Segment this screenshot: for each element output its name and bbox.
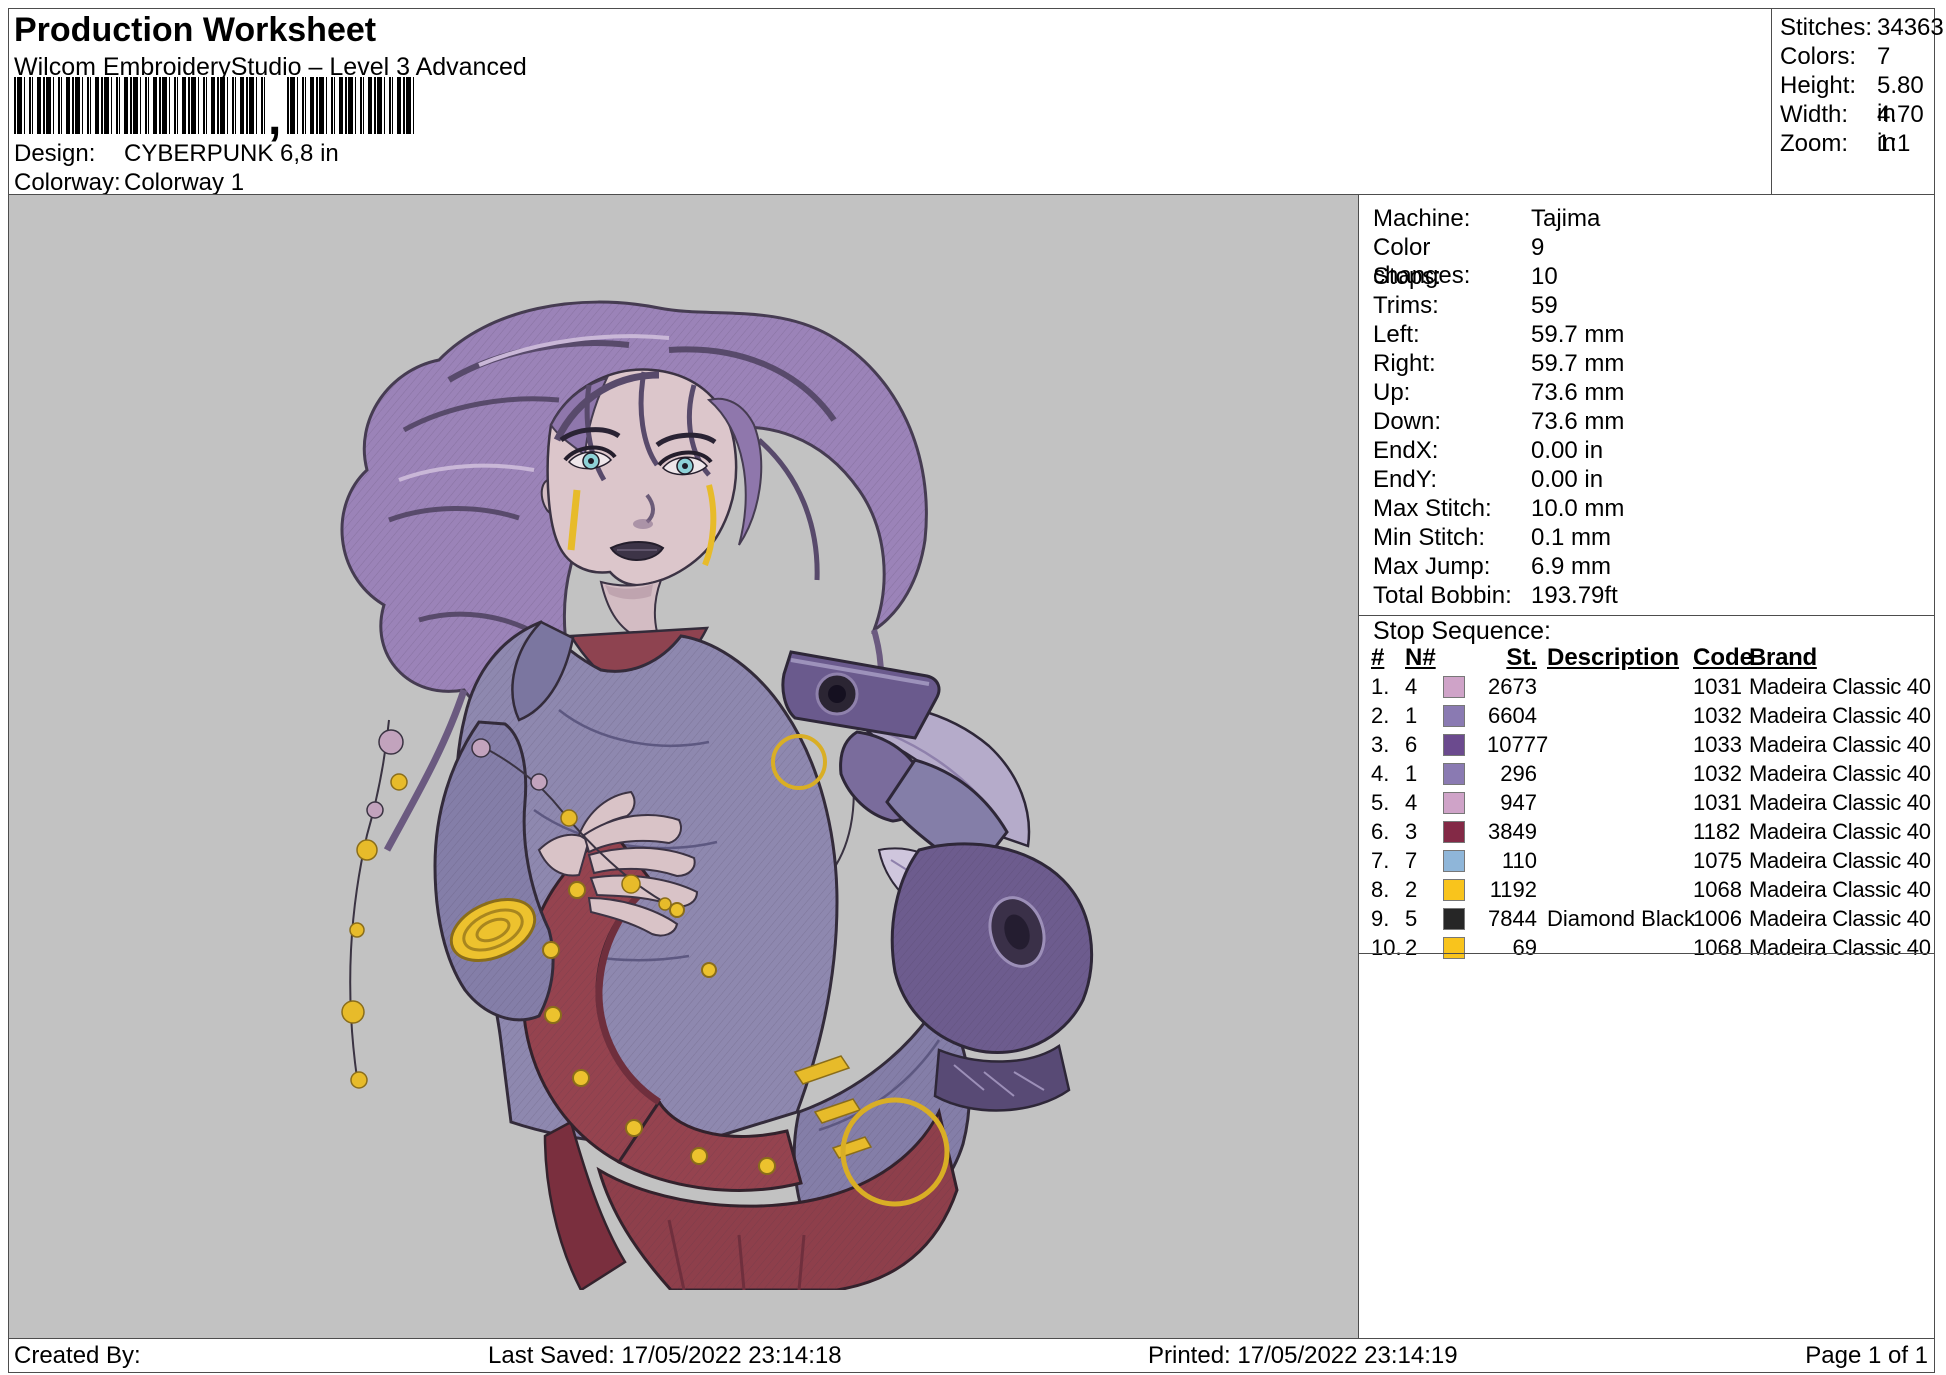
barcode-segment-2 (287, 77, 417, 134)
printed-label: Printed: 17/05/2022 23:14:19 (1148, 1339, 1458, 1372)
summary-row-zoom: Zoom:1:1 (1772, 130, 1934, 159)
thread-color-swatch (1443, 937, 1465, 959)
machine-row: Down:73.6 mm (1373, 408, 1934, 437)
thread-color-swatch (1443, 763, 1465, 785)
stop-row: 3.6107771033Madeira Classic 40 (1359, 730, 1934, 759)
production-worksheet-page: Production Worksheet Wilcom EmbroiderySt… (0, 0, 1946, 1375)
thread-color-swatch (1443, 850, 1465, 872)
stop-sequence-bottom-border (1359, 953, 1934, 954)
created-by-label: Created By: (14, 1339, 141, 1372)
barcode-segment-1 (14, 77, 266, 134)
embroidery-design-preview (239, 290, 1099, 1290)
stop-row: 1.426731031Madeira Classic 40 (1359, 672, 1934, 701)
page-number: Page 1 of 1 (1805, 1339, 1928, 1372)
footer: Created By: Last Saved: 17/05/2022 23:14… (9, 1338, 1934, 1372)
machine-row: Color changes:9 (1373, 234, 1934, 263)
colorway-row: Colorway:Colorway 1 (14, 169, 244, 197)
machine-row: EndY:0.00 in (1373, 466, 1934, 495)
stop-row: 8.211921068Madeira Classic 40 (1359, 875, 1934, 904)
machine-row: Up:73.6 mm (1373, 379, 1934, 408)
stop-sequence-title: Stop Sequence: (1359, 616, 1934, 644)
summary-row-stitches: Stitches:34363 (1772, 14, 1934, 43)
summary-row-colors: Colors:7 (1772, 43, 1934, 72)
design-row: Design:CYBERPUNK 6,8 in (14, 140, 339, 168)
thread-color-swatch (1443, 705, 1465, 727)
stop-row: 5.49471031Madeira Classic 40 (1359, 788, 1934, 817)
machine-info-block: Machine:Tajima Color changes:9 Stops:10 … (1359, 195, 1934, 616)
colorway-label: Colorway: (14, 169, 124, 197)
gun (783, 652, 939, 738)
machine-row: Max Jump:6.9 mm (1373, 553, 1934, 582)
thread-color-swatch (1443, 908, 1465, 930)
bead-string (342, 720, 407, 1088)
stop-row: 7.71101075Madeira Classic 40 (1359, 846, 1934, 875)
worksheet-sheet: Production Worksheet Wilcom EmbroiderySt… (8, 8, 1935, 1373)
machine-row: Min Stitch:0.1 mm (1373, 524, 1934, 553)
page-title: Production Worksheet (14, 11, 376, 50)
machine-row: Right:59.7 mm (1373, 350, 1934, 379)
thread-color-swatch (1443, 676, 1465, 698)
stop-row: 2.166041032Madeira Classic 40 (1359, 701, 1934, 730)
design-value: CYBERPUNK 6,8 in (124, 140, 339, 167)
machine-row: Max Stitch:10.0 mm (1373, 495, 1934, 524)
machine-row: Machine:Tajima (1373, 205, 1934, 234)
machine-row: Total Bobbin:193.79ft (1373, 582, 1934, 611)
info-panel: Machine:Tajima Color changes:9 Stops:10 … (1359, 195, 1934, 1338)
design-preview-area (9, 195, 1359, 1338)
last-saved-label: Last Saved: 17/05/2022 23:14:18 (488, 1339, 842, 1372)
stop-row: 9.57844Diamond Black1006Madeira Classic … (1359, 904, 1934, 933)
machine-row: Trims:59 (1373, 292, 1934, 321)
machine-row: Left:59.7 mm (1373, 321, 1934, 350)
summary-box: Stitches:34363 Colors:7 Height:5.80 in W… (1771, 9, 1934, 199)
colorway-value: Colorway 1 (124, 169, 244, 196)
face (542, 370, 762, 586)
thread-color-swatch (1443, 821, 1465, 843)
thread-color-swatch (1443, 792, 1465, 814)
summary-row-width: Width:4.70 in (1772, 101, 1934, 130)
machine-row: Stops:10 (1373, 263, 1934, 292)
barcode-comma: , (268, 104, 281, 134)
stop-row: 10.2691068Madeira Classic 40 (1359, 933, 1934, 962)
stop-row: 4.12961032Madeira Classic 40 (1359, 759, 1934, 788)
barcode: , (14, 76, 417, 134)
stop-sequence-header: # N# St. Description Code Brand (1359, 644, 1934, 672)
thread-color-swatch (1443, 734, 1465, 756)
design-label: Design: (14, 140, 124, 168)
thread-color-swatch (1443, 879, 1465, 901)
stop-row: 6.338491182Madeira Classic 40 (1359, 817, 1934, 846)
machine-row: EndX:0.00 in (1373, 437, 1934, 466)
summary-row-height: Height:5.80 in (1772, 72, 1934, 101)
